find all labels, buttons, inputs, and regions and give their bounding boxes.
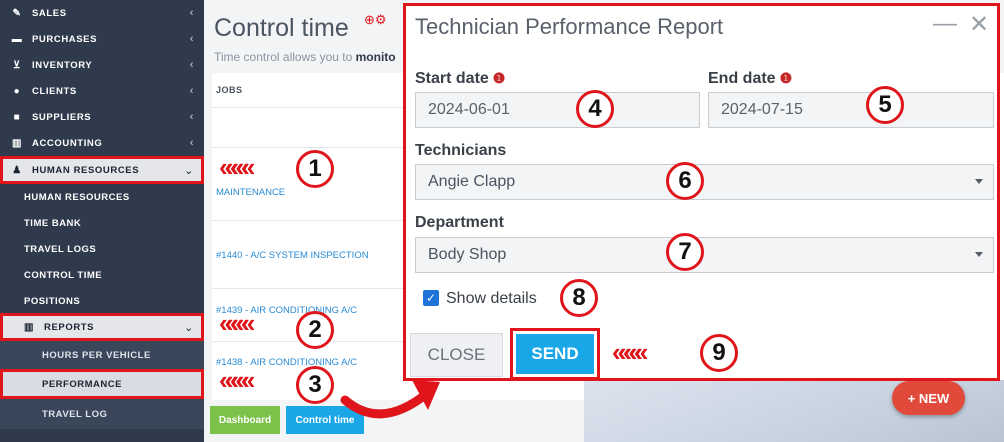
- department-value: Body Shop: [428, 246, 507, 263]
- curved-arrow: [340, 380, 440, 419]
- chevron-left-icon: ‹: [189, 85, 194, 97]
- sidebar: ✎ SALES ‹ ▬ PURCHASES ‹ ⊻ INVENTORY ‹ ● CLIENTS…: [0, 0, 204, 442]
- arrow-marker: «««««: [612, 337, 648, 367]
- sidebar-item-accounting[interactable]: ▥ ACCOUNTING ‹: [0, 130, 204, 156]
- pencil-square-icon: ✎: [12, 7, 22, 19]
- chevron-left-icon: ‹: [189, 7, 194, 19]
- sidebar-item-clients[interactable]: ● CLIENTS ‹: [0, 78, 204, 104]
- subtitle-text: Time control allows you to: [214, 50, 356, 64]
- sidebar-item-label: REPORTS: [44, 321, 95, 333]
- sidebar-item-label: ACCOUNTING: [32, 137, 103, 149]
- chevron-left-icon: ‹: [189, 137, 194, 149]
- end-date-label: End date ❶: [708, 70, 792, 88]
- card-icon: ▬: [11, 33, 23, 45]
- submenu-travel-logs[interactable]: TRAVEL LOGS: [0, 236, 204, 262]
- minimize-icon[interactable]: —: [933, 10, 957, 38]
- step-badge-2: 2: [296, 311, 334, 349]
- caret-down-icon: [975, 252, 983, 257]
- chevron-left-icon: ‹: [189, 111, 194, 123]
- divider: [212, 220, 412, 221]
- start-date-label: Start date ❶: [415, 70, 505, 88]
- chevron-down-icon: ⌄: [184, 321, 194, 334]
- chevron-down-icon: ⌄: [184, 164, 194, 177]
- step-badge-6: 6: [666, 162, 704, 200]
- step-badge-7: 7: [666, 233, 704, 271]
- step-badge-9: 9: [700, 334, 738, 372]
- sidebar-item-human-resources[interactable]: ♟ HUMAN RESOURCES ⌄: [0, 156, 204, 184]
- chevron-left-icon: ‹: [189, 33, 194, 45]
- start-date-input[interactable]: 2024-06-01: [415, 92, 700, 128]
- divider: [212, 288, 412, 289]
- step-badge-5: 5: [866, 86, 904, 124]
- sidebar-item-purchases[interactable]: ▬ PURCHASES ‹: [0, 26, 204, 52]
- arrow-marker: «««««: [219, 308, 255, 338]
- jobs-column-header: JOBS: [216, 85, 243, 95]
- page-title: Control time: [214, 14, 349, 42]
- subtitle-bold: monito: [355, 50, 396, 64]
- truck-icon: ■: [13, 111, 21, 123]
- step-badge-3: 3: [296, 366, 334, 404]
- sidebar-item-label: INVENTORY: [32, 59, 93, 71]
- arrow-marker: «««««: [219, 365, 255, 395]
- step-badge-1: 1: [296, 150, 334, 188]
- divider: [212, 107, 412, 108]
- step-badge-4: 4: [576, 90, 614, 128]
- department-select[interactable]: Body Shop: [415, 237, 994, 273]
- sidebar-item-label: CLIENTS: [32, 85, 77, 97]
- department-label: Department: [415, 214, 504, 231]
- technicians-select[interactable]: Angie Clapp: [415, 164, 994, 200]
- technician-value: Angie Clapp: [428, 173, 516, 190]
- add-settings-icons[interactable]: ⊕⚙: [364, 12, 387, 28]
- cart-icon: ⊻: [13, 59, 21, 71]
- submenu-performance[interactable]: PERFORMANCE: [0, 369, 204, 399]
- show-details-checkbox[interactable]: ✓: [423, 290, 439, 306]
- caret-down-icon: [975, 179, 983, 184]
- user-icon: ♟: [12, 164, 22, 176]
- report-modal: Technician Performance Report — ✕ Start …: [403, 3, 1000, 381]
- submenu-time-bank[interactable]: TIME BANK: [0, 210, 204, 236]
- submenu-hours-per-vehicle[interactable]: HOURS PER VEHICLE: [0, 341, 204, 369]
- technicians-label: Technicians: [415, 142, 507, 159]
- end-date-input[interactable]: 2024-07-15: [708, 92, 994, 128]
- users-icon: ●: [13, 85, 21, 97]
- divider: [212, 147, 412, 148]
- new-button[interactable]: + NEW: [892, 381, 965, 415]
- modal-title: Technician Performance Report: [415, 14, 724, 39]
- sidebar-item-label: SUPPLIERS: [32, 111, 92, 123]
- send-button-highlight: SEND: [510, 328, 600, 380]
- sidebar-item-label: SALES: [32, 7, 67, 19]
- submenu-human-resources[interactable]: HUMAN RESOURCES: [0, 184, 204, 210]
- bar-chart-icon: ▥: [23, 321, 35, 333]
- job-link[interactable]: #1440 - A/C SYSTEM INSPECTION: [216, 250, 396, 262]
- close-icon[interactable]: ✕: [969, 10, 989, 39]
- start-date-label-text: Start date: [415, 70, 489, 87]
- send-button[interactable]: SEND: [516, 334, 594, 374]
- step-badge-8: 8: [560, 279, 598, 317]
- submenu-positions[interactable]: POSITIONS: [0, 288, 204, 314]
- bar-chart-icon: ▥: [11, 137, 23, 149]
- show-details-label: Show details: [446, 290, 537, 307]
- required-icon: ❶: [779, 70, 793, 86]
- submenu-travel-log[interactable]: TRAVEL LOG: [0, 399, 204, 429]
- job-link[interactable]: MAINTENANCE: [216, 187, 396, 199]
- sidebar-item-label: PURCHASES: [32, 33, 98, 45]
- sidebar-item-suppliers[interactable]: ■ SUPPLIERS ‹: [0, 104, 204, 130]
- required-icon: ❶: [492, 70, 506, 86]
- sidebar-item-reports[interactable]: ▥ REPORTS ⌄: [0, 313, 204, 341]
- arrow-marker: «««««: [219, 152, 255, 182]
- sidebar-item-sales[interactable]: ✎ SALES ‹: [0, 0, 204, 26]
- submenu-control-time[interactable]: CONTROL TIME: [0, 262, 204, 288]
- chevron-left-icon: ‹: [189, 59, 194, 71]
- page-subtitle: Time control allows you to monito: [214, 50, 396, 64]
- sidebar-item-label: HUMAN RESOURCES: [32, 164, 140, 176]
- dashboard-button[interactable]: Dashboard: [210, 406, 280, 434]
- end-date-label-text: End date: [708, 70, 776, 87]
- sidebar-item-inventory[interactable]: ⊻ INVENTORY ‹: [0, 52, 204, 78]
